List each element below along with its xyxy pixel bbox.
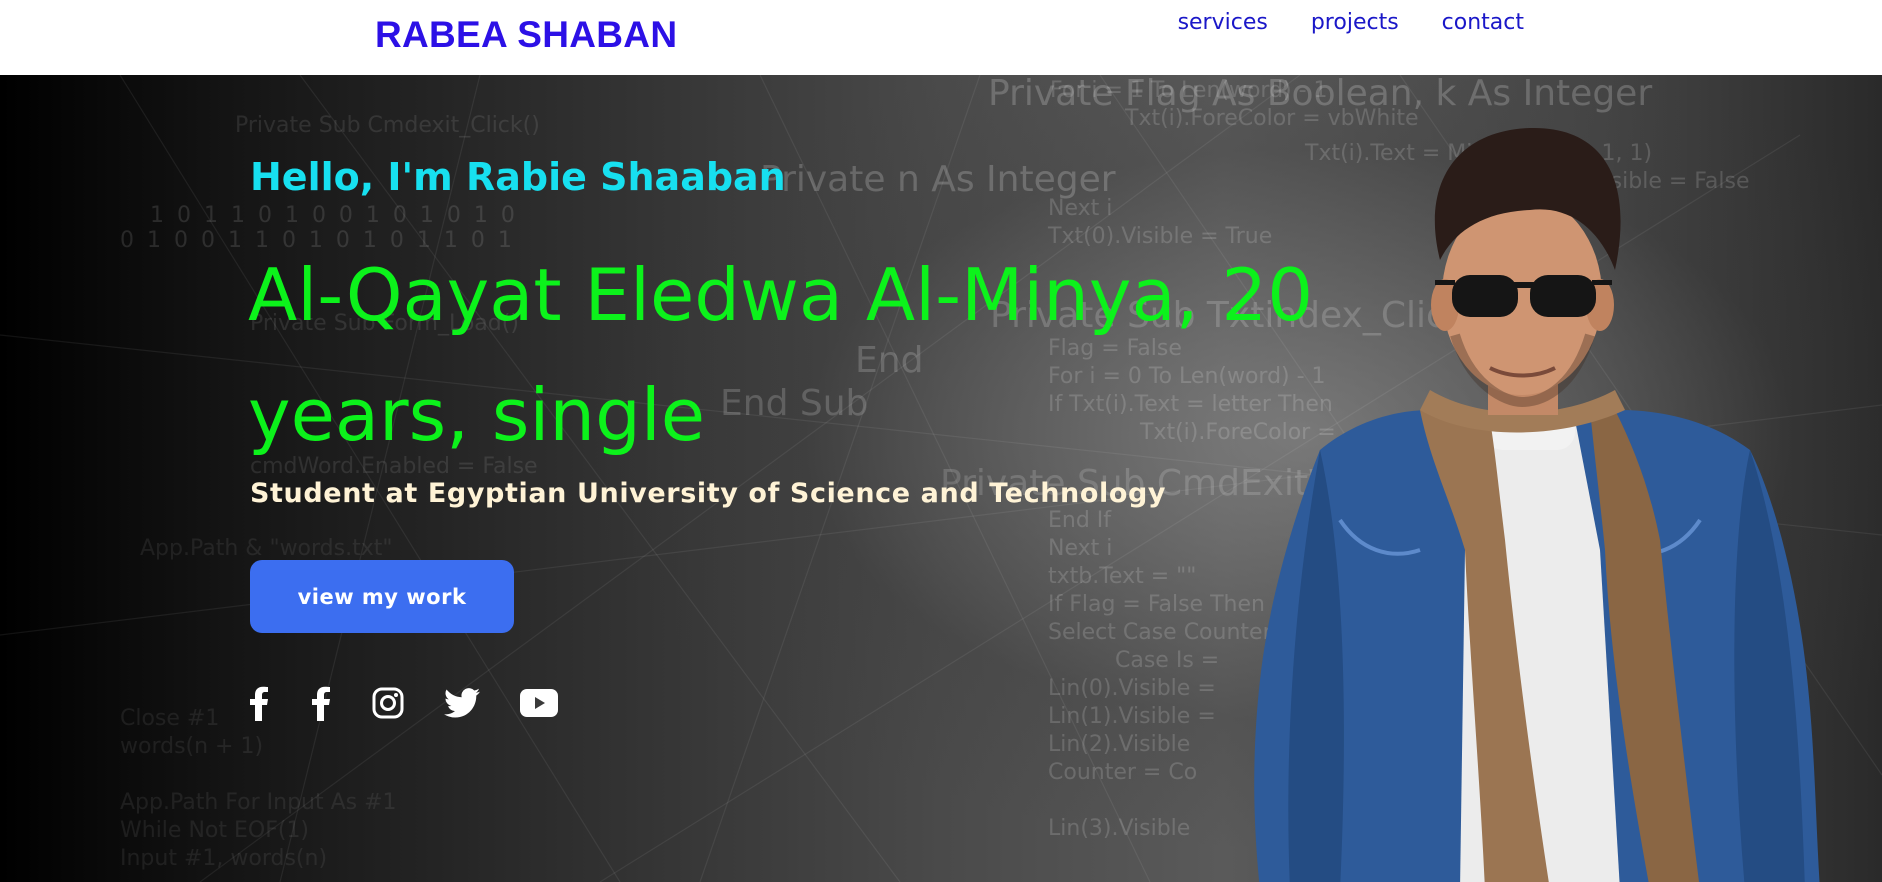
code-line: Input #1, words(n) bbox=[120, 846, 327, 871]
view-my-work-button[interactable]: view my work bbox=[250, 560, 514, 633]
brand-logo[interactable]: RABEA SHABAN bbox=[375, 14, 677, 56]
code-line: Lin(2).Visible bbox=[1048, 732, 1190, 757]
greeting-heading: Hello, I'm Rabie Shaaban bbox=[250, 155, 786, 199]
code-line: Lin(0).Visible = bbox=[1048, 676, 1216, 701]
twitter-icon[interactable] bbox=[444, 688, 480, 722]
code-line: End If bbox=[1048, 508, 1112, 533]
code-line: While Not EOF(1) bbox=[120, 818, 309, 843]
nav-link-contact[interactable]: contact bbox=[1442, 10, 1524, 35]
code-line: Next i bbox=[1048, 536, 1112, 561]
code-line: Private n As Integer bbox=[760, 159, 1116, 200]
facebook-icon[interactable] bbox=[248, 685, 274, 725]
code-line: Next i bbox=[1048, 196, 1112, 221]
code-line: txtb.Text = "" bbox=[1048, 564, 1196, 589]
social-links bbox=[248, 685, 558, 725]
facebook-icon[interactable] bbox=[310, 685, 336, 725]
hero-subtitle: Student at Egyptian University of Scienc… bbox=[250, 478, 1167, 509]
site-header: RABEA SHABAN services projects contact bbox=[0, 0, 1882, 75]
hero-section: Private Flag As Boolean, k As Integer Fo… bbox=[0, 75, 1882, 882]
code-line: Counter = Co bbox=[1048, 760, 1197, 785]
nav-link-services[interactable]: services bbox=[1178, 10, 1268, 35]
code-line: For i = 1 To Len(word) - 1 bbox=[1050, 78, 1328, 103]
profile-photo bbox=[1254, 127, 1820, 882]
instagram-icon[interactable] bbox=[372, 687, 404, 723]
code-line: Case Is = bbox=[1115, 648, 1219, 673]
code-line: Private Sub Cmdexit_Click() bbox=[235, 113, 540, 138]
code-line: Close #1 bbox=[120, 706, 219, 731]
youtube-icon[interactable] bbox=[520, 689, 558, 721]
code-line: 1 0 1 1 0 1 0 0 1 0 1 0 1 0 bbox=[150, 203, 518, 228]
code-line: Lin(3).Visible bbox=[1048, 816, 1190, 841]
nav-link-projects[interactable]: projects bbox=[1311, 10, 1399, 35]
code-line: words(n + 1) bbox=[120, 734, 263, 759]
code-line: App.Path & "words.txt" bbox=[140, 536, 392, 561]
main-nav: services projects contact bbox=[1178, 10, 1524, 35]
code-line: App.Path For Input As #1 bbox=[120, 790, 397, 815]
code-line: Lin(1).Visible = bbox=[1048, 704, 1216, 729]
